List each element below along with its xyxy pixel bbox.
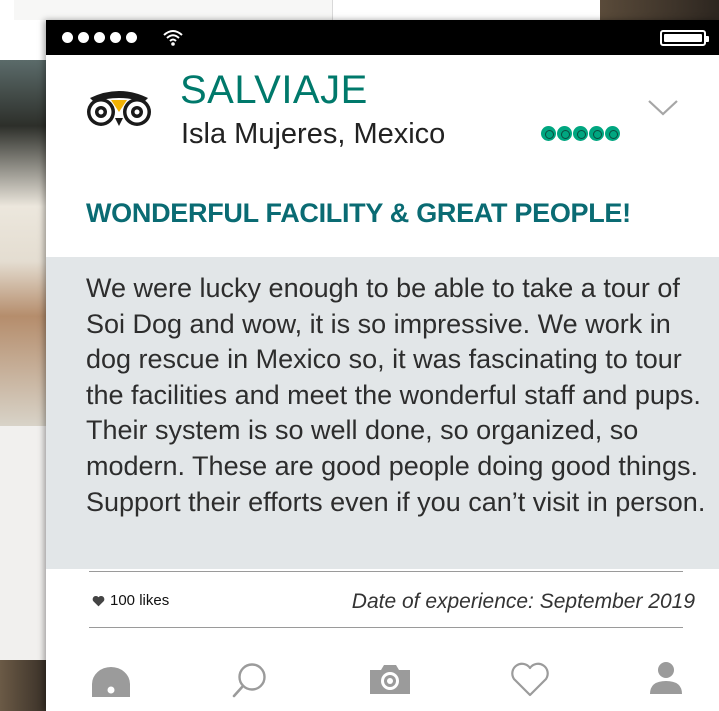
- chevron-down-icon[interactable]: [647, 98, 679, 118]
- camera-icon[interactable]: [368, 662, 412, 696]
- experience-date: Date of experience: September 2019: [351, 590, 695, 613]
- background-cat-photo: [0, 60, 46, 426]
- rating-bubble-icon: [541, 126, 556, 141]
- rating-bubble-icon: [589, 126, 604, 141]
- divider: [89, 627, 683, 628]
- review-body-box: We were lucky enough to be able to take …: [46, 257, 719, 569]
- background-photo-bottom: [0, 660, 46, 711]
- tab-bar: [46, 658, 719, 711]
- likes-button[interactable]: 100 likes: [92, 592, 169, 609]
- battery-icon: [660, 30, 709, 46]
- background-photo-strip: [14, 0, 333, 20]
- wifi-icon: [163, 30, 183, 46]
- heart-icon[interactable]: [510, 662, 550, 698]
- rating-bubble-icon: [605, 126, 620, 141]
- phone-screen: SALVIAJE Isla Mujeres, Mexico WONDERFUL …: [46, 20, 719, 711]
- review-body: We were lucky enough to be able to take …: [86, 273, 706, 517]
- home-icon[interactable]: [90, 666, 132, 698]
- rating-bubble-icon: [573, 126, 588, 141]
- reviewer-name[interactable]: SALVIAJE: [180, 68, 368, 113]
- likes-count: 100 likes: [110, 592, 170, 609]
- signal-dots-icon: [62, 32, 137, 43]
- search-icon[interactable]: [230, 662, 270, 700]
- review-title: WONDERFUL FACILITY & GREAT PEOPLE!: [86, 198, 631, 228]
- reviewer-location: Isla Mujeres, Mexico: [181, 118, 446, 150]
- profile-icon[interactable]: [648, 660, 684, 696]
- rating-bubble-icon: [557, 126, 572, 141]
- heart-filled-icon: [92, 595, 105, 606]
- tripadvisor-owl-logo: [87, 91, 151, 126]
- status-bar: [46, 20, 719, 55]
- background-photo-corner: [600, 0, 719, 22]
- divider: [89, 571, 683, 572]
- rating-bubbles: [541, 126, 620, 141]
